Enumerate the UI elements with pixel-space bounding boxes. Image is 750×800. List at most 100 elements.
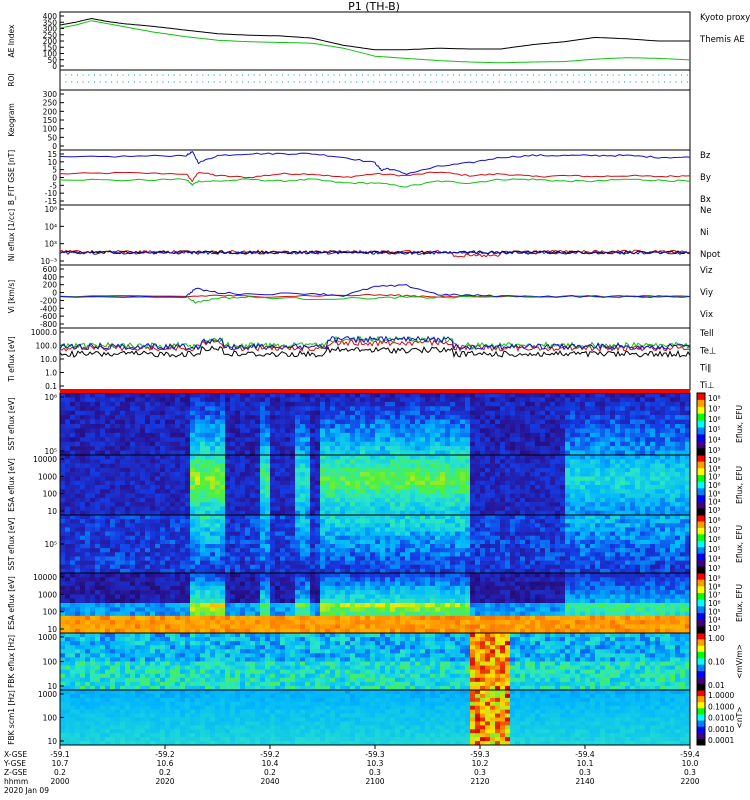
esa_e-cell (640, 493, 646, 499)
esa_e-cell (70, 506, 76, 512)
sst_e-cell (460, 428, 466, 434)
esa_e-cell (540, 463, 546, 469)
sst_e-cell (575, 437, 581, 443)
esa_e-cell (390, 480, 396, 486)
sst_e-cell (320, 446, 326, 451)
esa_e-cell (385, 485, 391, 490)
esa_e-cell (590, 459, 596, 464)
sst_i-cell (215, 523, 221, 528)
sst_e-cell (450, 432, 456, 438)
sst_i-cell (290, 564, 296, 570)
esa_e-cell (625, 472, 631, 477)
sst_i-cell (320, 539, 326, 545)
esa_e-cell (115, 472, 121, 477)
sst_e-cell (350, 446, 356, 451)
sst_e-cell (560, 446, 566, 451)
sst_e-cell (565, 415, 571, 420)
sst_e-cell (575, 415, 581, 420)
sst_e-cell (585, 437, 591, 443)
sst_e-cell (120, 401, 126, 407)
esa_e-cell (260, 493, 266, 499)
esa_e-cell (620, 455, 626, 460)
sst_e-cell (235, 432, 241, 438)
sst_e-cell (145, 428, 151, 434)
sst_i-cell (130, 531, 136, 537)
esa_e-cell (100, 506, 106, 512)
roi-dot (173, 81, 175, 83)
sst_e-cell (75, 406, 81, 412)
sst_e-cell (285, 437, 291, 443)
sst_i-cell (310, 531, 316, 537)
sst_e-cell (130, 428, 136, 434)
sst_i-cell (330, 515, 336, 520)
sst_e-cell (600, 397, 606, 403)
sst_e-cell (680, 428, 686, 434)
sst_e-cell (75, 437, 81, 443)
sst_i-cell (155, 539, 161, 545)
sst_e-heatmap (60, 393, 691, 456)
sst_e-cell (665, 419, 671, 425)
sst_i-cell (205, 515, 211, 520)
sst_e-cell (235, 419, 241, 425)
sst_e-cell (655, 397, 661, 403)
esa_e-cell (620, 497, 626, 503)
esa_e-cell (280, 506, 286, 512)
sst_e-cell (570, 401, 576, 407)
sst_i-cell (395, 552, 401, 557)
esa_e-cell (440, 502, 446, 507)
sst_e-cell (440, 419, 446, 425)
sst_e-cell (285, 441, 291, 447)
esa_e-cell (495, 455, 501, 460)
esa_e-cell (430, 476, 436, 482)
sst_i-cell (290, 515, 296, 520)
sst_i-cell (370, 564, 376, 570)
sst_i-cell (440, 560, 446, 566)
esa_e-cell (135, 506, 141, 512)
esa_e-cell (80, 472, 86, 477)
esa_e-cell (265, 476, 271, 482)
esa_e-cell (565, 502, 571, 507)
roi-dot (145, 74, 147, 76)
sst_i-cell (445, 515, 451, 520)
sst_e-cell (260, 401, 266, 407)
esa_e-cell (655, 489, 661, 494)
sst_e-cell (585, 393, 591, 398)
sst_i-cell (415, 556, 421, 561)
sst_e-cell (640, 415, 646, 420)
esa_e-cell (200, 506, 206, 512)
esa_e-cell (105, 493, 111, 499)
sst_i-cell (190, 564, 196, 570)
sst_e-cell (240, 397, 246, 403)
sst_e-cell (480, 410, 486, 416)
esa_e-cell (545, 455, 551, 460)
sst_e-cell (340, 419, 346, 425)
sst_e-cell (500, 401, 506, 407)
sst_i-cell (400, 531, 406, 537)
sst_e-cell (575, 419, 581, 425)
sst_i-cell (410, 560, 416, 566)
esa_e-cell (480, 506, 486, 512)
sst_e-cell (240, 401, 246, 407)
esa_e-cell (150, 493, 156, 499)
sst_e-cell (85, 393, 91, 398)
sst_e-cell (635, 406, 641, 412)
sst_e-cell (275, 428, 281, 434)
sst_e-cell (240, 393, 246, 398)
sst_i-cell (330, 548, 336, 553)
sst_e-cell (285, 406, 291, 412)
sst_e-cell (220, 424, 226, 429)
esa_e-cell (315, 485, 321, 490)
esa_e-cell (625, 489, 631, 494)
sst_e-cell (380, 397, 386, 403)
sst_i-cell (275, 552, 281, 557)
esa_e-cell (580, 506, 586, 512)
sst_e-cell (400, 397, 406, 403)
sst_i-cell (250, 527, 256, 532)
sst_i-cell (415, 552, 421, 557)
sst_e-cell (145, 437, 151, 443)
sst_i-cell (165, 515, 171, 520)
sst_i-cell (120, 560, 126, 566)
esa_e-cell (310, 497, 316, 503)
sst_e-cell (645, 393, 651, 398)
sst_e-cell (390, 437, 396, 443)
